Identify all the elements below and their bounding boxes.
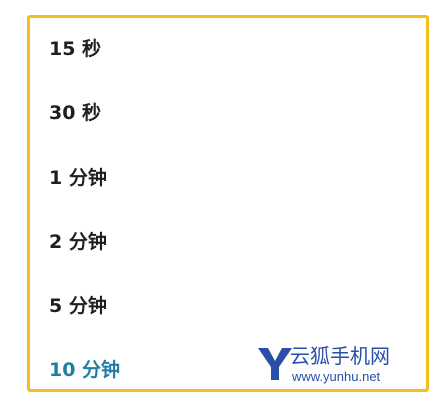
timeout-option-30s[interactable]: 30 秒	[49, 96, 101, 130]
timeout-option-10min[interactable]: 10 分钟	[49, 353, 120, 387]
timeout-option-15s[interactable]: 15 秒	[49, 32, 101, 66]
timeout-option-1min[interactable]: 1 分钟	[49, 161, 107, 195]
watermark-url: www.yunhu.net	[292, 369, 381, 384]
timeout-options-list: 15 秒 30 秒 1 分钟 2 分钟 5 分钟 10 分钟	[30, 18, 426, 389]
timeout-option-5min[interactable]: 5 分钟	[49, 289, 107, 323]
yunhu-logo-icon	[258, 348, 292, 380]
site-watermark: 云狐手机网 www.yunhu.net	[256, 344, 426, 388]
timeout-option-2min[interactable]: 2 分钟	[49, 225, 107, 259]
timeout-options-panel: 15 秒 30 秒 1 分钟 2 分钟 5 分钟 10 分钟	[27, 15, 429, 392]
watermark-site-name: 云狐手机网	[290, 344, 390, 368]
